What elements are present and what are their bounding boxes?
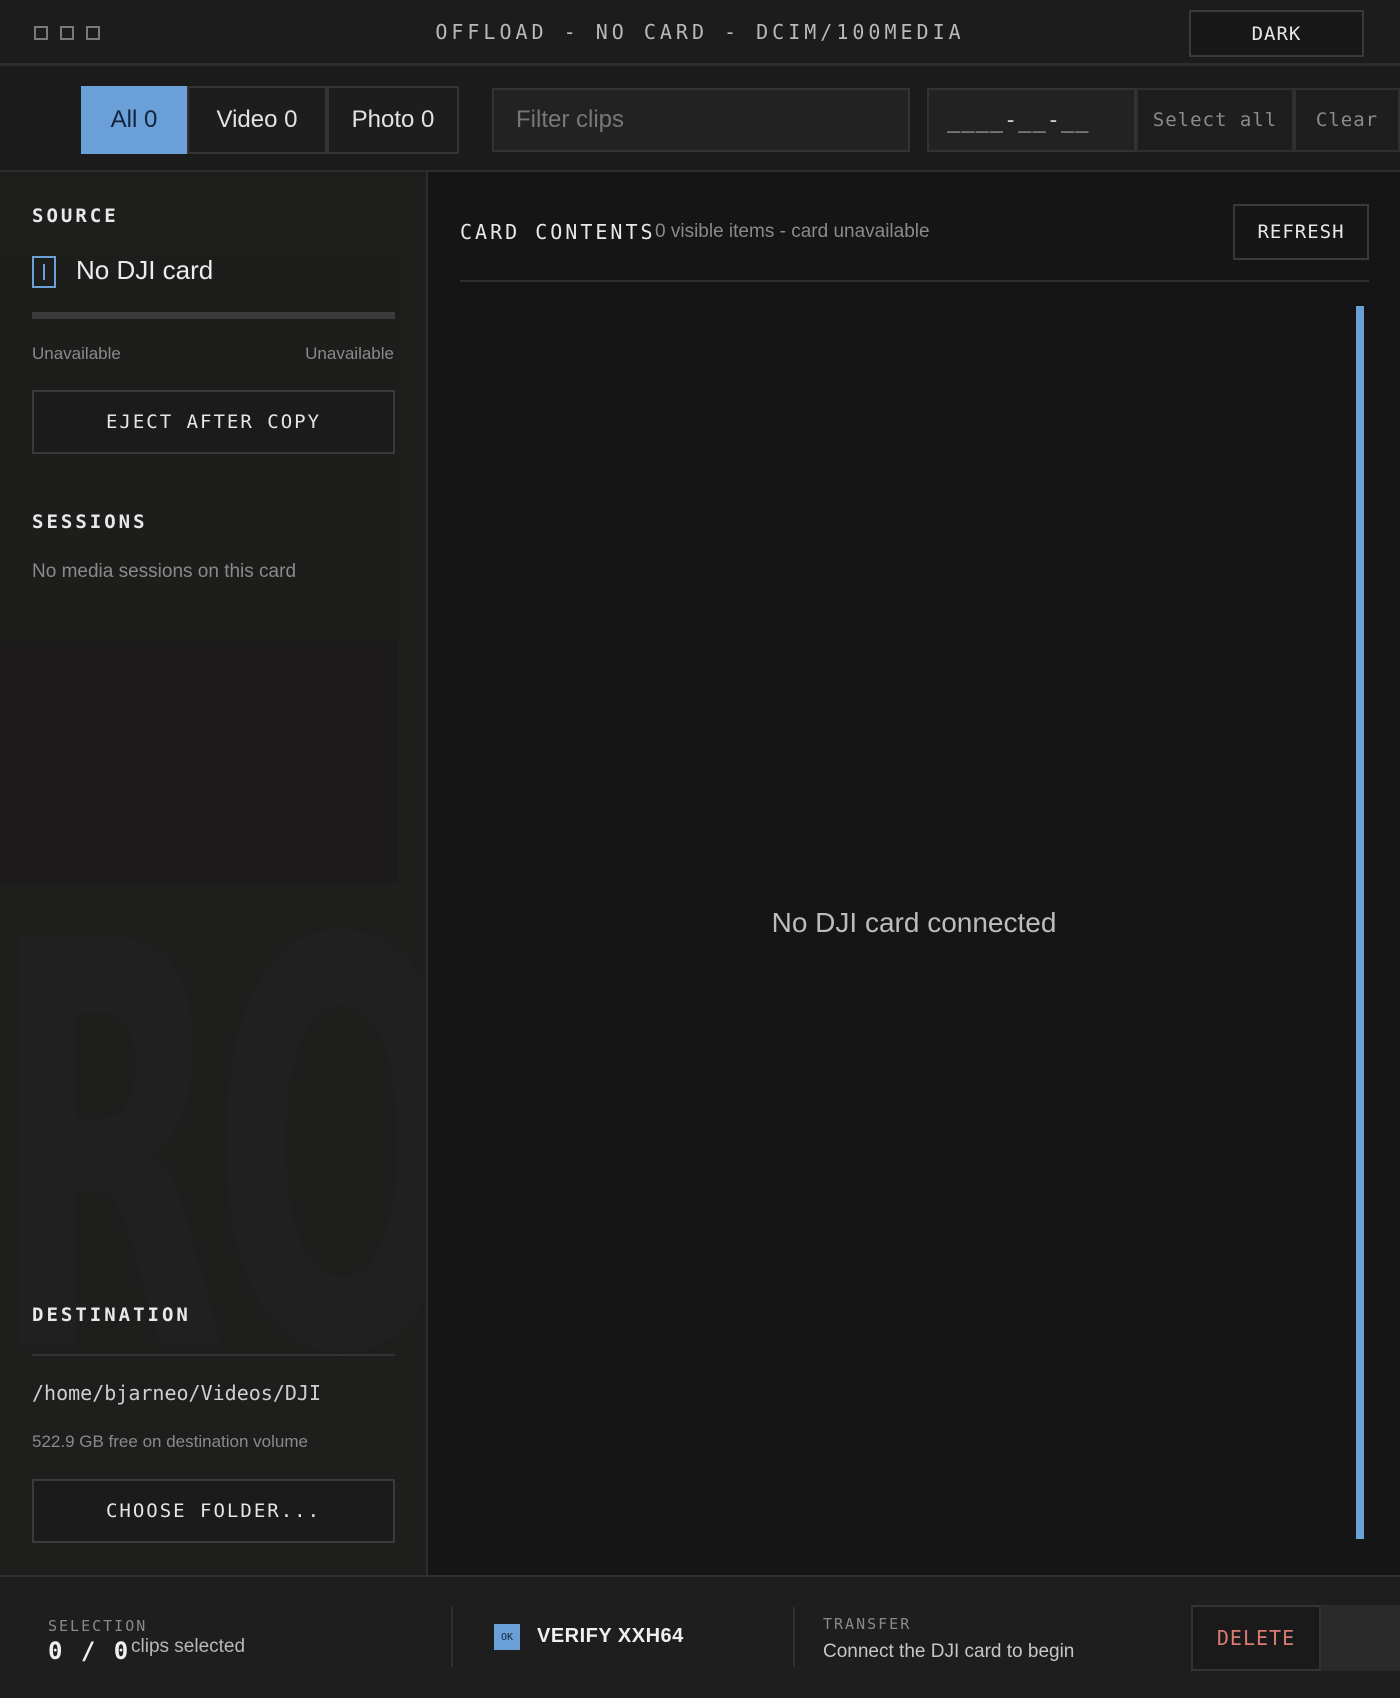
selection-label: SELECTION	[48, 1617, 148, 1635]
capacity-bar	[32, 312, 395, 319]
sessions-heading: SESSIONS	[32, 511, 148, 533]
eject-after-copy-button[interactable]: EJECT AFTER COPY	[32, 390, 395, 454]
destination-divider	[32, 1354, 395, 1356]
transfer-button[interactable]	[1321, 1605, 1400, 1671]
title-bar: OFFLOAD - NO CARD - DCIM/100MEDIA DARK	[0, 0, 1400, 66]
source-card-name: No DJI card	[76, 255, 214, 285]
destination-path: /home/bjarneo/Videos/DJI	[32, 1381, 321, 1405]
card-contents-heading: CARD CONTENTS	[460, 220, 656, 244]
sessions-empty-text: No media sessions on this card	[32, 561, 297, 582]
empty-state-message: No DJI card connected	[771, 907, 1057, 938]
footer-divider	[793, 1607, 795, 1667]
destination-free-space: 522.9 GB free on destination volume	[32, 1432, 308, 1451]
verify-toggle[interactable]: VERIFY XXH64	[537, 1625, 684, 1648]
filter-clips-input[interactable]	[492, 88, 910, 152]
transfer-status-text: Connect the DJI card to begin	[823, 1641, 1075, 1662]
tab-photo[interactable]: Photo 0	[327, 86, 459, 154]
selection-unit: clips selected	[131, 1636, 246, 1657]
card-contents-subtitle: 0 visible items - card unavailable	[655, 221, 930, 242]
choose-folder-button[interactable]: CHOOSE FOLDER...	[32, 1479, 395, 1543]
theme-toggle-button[interactable]: DARK	[1189, 10, 1364, 57]
sidebar-background-panel	[0, 642, 398, 882]
footer-divider	[451, 1607, 453, 1667]
card-contents-divider	[460, 280, 1369, 282]
source-heading: SOURCE	[32, 205, 119, 227]
selection-count: 0 / 0	[48, 1637, 131, 1665]
tab-all[interactable]: All 0	[81, 86, 187, 154]
refresh-button[interactable]: REFRESH	[1233, 204, 1369, 260]
capacity-used-label: Unavailable	[32, 344, 121, 363]
date-filter-input[interactable]: ____-__-__	[927, 88, 1136, 152]
capacity-total-label: Unavailable	[305, 344, 394, 363]
select-all-button[interactable]: Select all	[1136, 88, 1294, 152]
status-footer: SELECTION 0 / 0 clips selected OK VERIFY…	[0, 1575, 1400, 1698]
transfer-label: TRANSFER	[823, 1615, 912, 1633]
tab-video[interactable]: Video 0	[187, 86, 327, 154]
sidebar-watermark: ROID	[0, 826, 428, 1478]
delete-button[interactable]: DELETE	[1191, 1605, 1321, 1671]
card-contents-panel: CARD CONTENTS 0 visible items - card una…	[428, 172, 1400, 1575]
clear-button[interactable]: Clear	[1294, 88, 1400, 152]
content-scrollbar[interactable]	[1356, 306, 1364, 1539]
verify-ok-icon: OK	[494, 1624, 520, 1650]
destination-heading: DESTINATION	[32, 1304, 191, 1326]
sidebar: ROID SOURCE No DJI card Unavailable Unav…	[0, 172, 428, 1575]
sd-card-icon	[32, 256, 56, 288]
